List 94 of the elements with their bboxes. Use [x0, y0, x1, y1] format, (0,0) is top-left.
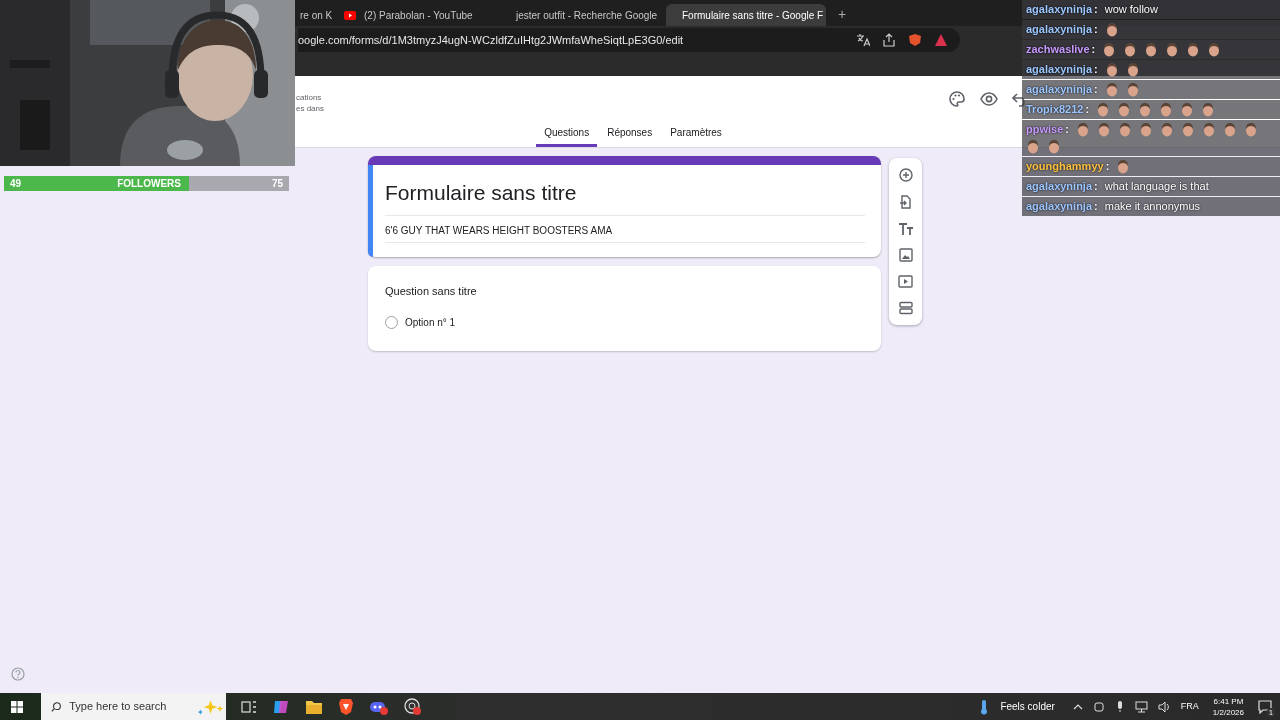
video-icon[interactable]: [898, 274, 913, 288]
new-tab-button[interactable]: +: [838, 4, 847, 26]
followers-label: FOLLOWERS: [117, 177, 181, 191]
taskbar-search-field[interactable]: Type here to search: [41, 693, 226, 720]
emote-icon: [1159, 122, 1174, 137]
sparkle-icon: [197, 697, 226, 716]
emote-icon: [1104, 22, 1119, 37]
followers-count: 49: [10, 177, 22, 191]
emote-icon: [1222, 122, 1237, 137]
browser-tab[interactable]: (2) Parabolan - YouTube: [336, 4, 494, 26]
add-circle-icon[interactable]: [898, 168, 913, 183]
colon-text: :: [1094, 22, 1098, 37]
chat-text: make it annonymus: [1104, 199, 1201, 214]
network-icon[interactable]: [1134, 700, 1148, 713]
colon-text: :: [1094, 179, 1098, 194]
emote-icon: [1026, 139, 1040, 154]
colon-text: :: [1094, 82, 1098, 97]
chat-username[interactable]: agalaxyninja: [1026, 22, 1093, 37]
emote-icon: [1047, 139, 1061, 154]
record-circle-icon[interactable]: [404, 697, 422, 716]
chevron-up-icon[interactable]: [1072, 702, 1083, 711]
translate-icon[interactable]: [856, 33, 870, 47]
emote-icon: [1075, 122, 1090, 137]
header-text: es dans: [296, 102, 325, 114]
url-text: oogle.com/forms/d/1M3tmyzJ4ugN-WCzldfZuIHtg2JWmfaWheSiqtLpE3G0/edit: [298, 32, 685, 48]
form-description[interactable]: 6'6 GUY THAT WEARS HEIGHT BOOSTERS AMA: [385, 222, 865, 238]
share-icon[interactable]: [882, 33, 896, 47]
triangle-icon[interactable]: [934, 33, 948, 47]
shield-icon[interactable]: [908, 33, 922, 47]
colon-text: :: [1065, 122, 1069, 137]
address-bar[interactable]: oogle.com/forms/d/1M3tmyzJ4ugN-WCzldfZuIHtg2JWmfaWheSiqtLpE3G0/edit: [298, 28, 960, 52]
folder-icon[interactable]: [305, 698, 323, 715]
emote-icon: [1165, 42, 1180, 57]
form-title[interactable]: Formulaire sans titre: [385, 177, 865, 209]
browser-tab[interactable]: jester outfit - Recherche Google: [500, 4, 660, 26]
emote-icon: [1144, 42, 1159, 57]
colon-text: :: [1094, 199, 1098, 214]
form-tab[interactable]: Questions: [536, 121, 598, 147]
windows-start-icon[interactable]: [11, 700, 23, 713]
language-indicator[interactable]: FRA: [1180, 699, 1199, 714]
emote-icon: [1207, 42, 1222, 57]
emote-icon: [1180, 122, 1195, 137]
emote-icon: [1117, 102, 1132, 117]
search-icon: [51, 700, 62, 713]
emote-icon: [1104, 62, 1119, 77]
text-size-icon[interactable]: [897, 221, 914, 236]
emote-icon: [1123, 42, 1138, 57]
colon-text: :: [1085, 102, 1090, 117]
colon-text: :: [1094, 2, 1098, 17]
emote-icon: [1096, 122, 1111, 137]
section-icon[interactable]: [898, 300, 913, 315]
emote-icon: [1117, 122, 1132, 137]
emote-icon: [1180, 102, 1195, 117]
option-label[interactable]: Option n° 1: [405, 315, 456, 330]
emote-icon: [1138, 122, 1153, 137]
emote-icon: [1096, 102, 1111, 117]
emote-icon: [1201, 122, 1216, 137]
emote-icon: [1159, 102, 1174, 117]
search-input[interactable]: Type here to search: [69, 698, 190, 715]
emote-icon: [1116, 159, 1131, 174]
clock[interactable]: 6:41 PM 1/2/2026: [1208, 695, 1248, 718]
header-text: cations: [296, 91, 323, 103]
notification-icon[interactable]: [1258, 699, 1272, 714]
emote-icon: [1125, 82, 1140, 97]
camera-icon[interactable]: [1092, 700, 1105, 713]
speaker-icon[interactable]: [1157, 700, 1171, 713]
emote-icon: [1138, 102, 1153, 117]
import-icon[interactable]: [898, 195, 913, 209]
chat-username[interactable]: zachwaslive: [1026, 42, 1090, 57]
emote-icon: [1125, 62, 1140, 77]
browser-tab[interactable]: re on K: [292, 4, 330, 26]
colon-text: :: [1094, 62, 1098, 77]
emote-icon: [1201, 102, 1216, 117]
emote-icon: [1243, 122, 1258, 137]
eye-icon[interactable]: [980, 89, 998, 108]
chat-text: what language is that: [1104, 179, 1209, 194]
image-icon[interactable]: [898, 248, 913, 263]
chat-text: wow follow: [1104, 2, 1158, 17]
question-title[interactable]: Question sans titre: [385, 282, 881, 299]
followers-goal: 75: [271, 177, 283, 191]
chat-username[interactable]: agalaxyninja: [1026, 2, 1093, 17]
colon-text: :: [1105, 159, 1110, 174]
emote-icon: [1102, 42, 1117, 57]
weather-text[interactable]: Feels colder: [1000, 699, 1055, 714]
form-tab[interactable]: Paramètres: [662, 121, 730, 147]
emote-icon: [1104, 82, 1119, 97]
palette-icon[interactable]: [948, 89, 966, 108]
form-tab[interactable]: Réponses: [599, 121, 661, 147]
emote-icon: [1186, 42, 1201, 57]
task-view-icon[interactable]: [241, 699, 257, 714]
play-icon: [344, 10, 356, 20]
browser-tab[interactable]: Formulaire sans titre - Google F: [666, 4, 826, 26]
colon-text: :: [1091, 42, 1096, 57]
chat-username[interactable]: agalaxyninja: [1026, 62, 1093, 77]
